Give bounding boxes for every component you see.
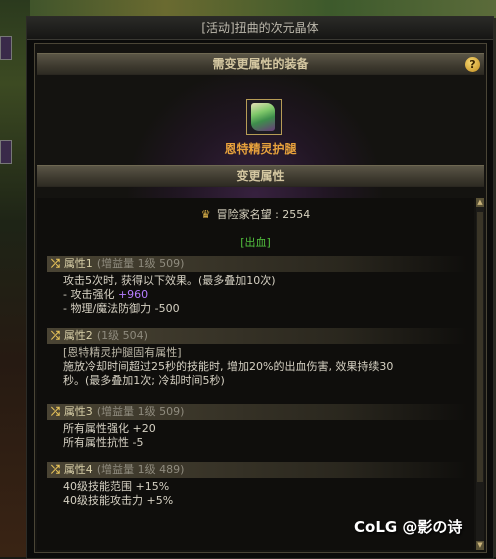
- reputation-row: ♛ 冒险家名望 : 2554: [37, 206, 474, 222]
- scroll-up-icon[interactable]: ▲: [476, 198, 484, 207]
- attribute-title: 属性2: [63, 329, 93, 342]
- change-attr-header: 变更属性: [37, 165, 484, 187]
- reputation-label: 冒险家名望 : 2554: [216, 208, 311, 221]
- shuffle-icon: ⤮: [51, 463, 60, 476]
- attribute-meta: (1级 504): [96, 329, 148, 342]
- attack-boost-value: +960: [117, 288, 149, 301]
- attribute-title: 属性1: [63, 257, 93, 270]
- change-attr-title: 变更属性: [236, 169, 285, 183]
- attribute-line: 所有属性强化 +20: [63, 422, 156, 435]
- attribute-block-2[interactable]: ⤮ 属性2 (1级 504) [恩特精灵护腿固有属性] 施放冷却时间超过25秒的技能…: [47, 328, 467, 388]
- attribute-body: 40级技能范围 +15% 40级技能攻击力 +5%: [47, 478, 467, 508]
- side-skill-icon[interactable]: [0, 140, 12, 164]
- attribute-header[interactable]: ⤮ 属性2 (1级 504): [47, 328, 467, 344]
- shuffle-icon: ⤮: [51, 329, 60, 342]
- bleed-tag: [出血]: [240, 236, 271, 249]
- required-equipment-header: 需变更属性的装备 ?: [37, 53, 484, 75]
- attribute-block-4[interactable]: ⤮ 属性4 (增益量 1级 489) 40级技能范围 +15% 40级技能攻击力 +…: [47, 462, 467, 508]
- side-skill-icon[interactable]: [0, 36, 12, 60]
- attribute-line: 40级技能范围 +15%: [63, 480, 170, 493]
- attribute-body: [恩特精灵护腿固有属性] 施放冷却时间超过25秒的技能时, 增加20%的出血伤害…: [47, 344, 467, 388]
- window-title[interactable]: [活动]扭曲的次元晶体: [27, 17, 493, 40]
- attribute-line: 40级技能攻击力 +5%: [63, 494, 174, 507]
- attribute-line-prefix: - 攻击强化: [63, 288, 118, 301]
- attribute-header[interactable]: ⤮ 属性3 (增益量 1级 509): [47, 404, 467, 420]
- attribute-line: 攻击5次时, 获得以下效果。(最多叠加10次): [63, 274, 276, 287]
- required-equipment-title: 需变更属性的装备: [212, 57, 309, 71]
- scroll-thumb[interactable]: [477, 212, 483, 482]
- attribute-line: - 物理/魔法防御力 -500: [63, 302, 180, 315]
- attribute-header[interactable]: ⤮ 属性1 (增益量 1级 509): [47, 256, 467, 272]
- attribute-list: ♛ 冒险家名望 : 2554 [出血] ⤮ 属性1 (增益量 1级 509) 攻击5次…: [37, 198, 474, 550]
- attribute-line: 所有属性抗性 -5: [63, 436, 144, 449]
- attribute-meta: (增益量 1级 509): [96, 405, 185, 418]
- item-slot[interactable]: [246, 99, 282, 135]
- attribute-body: 攻击5次时, 获得以下效果。(最多叠加10次) - 攻击强化 +960 - 物理…: [47, 272, 467, 316]
- attribute-block-3[interactable]: ⤮ 属性3 (增益量 1级 509) 所有属性强化 +20 所有属性抗性 -5: [47, 404, 467, 450]
- scroll-down-icon[interactable]: ▼: [476, 541, 484, 550]
- reputation-icon: ♛: [200, 208, 211, 221]
- watermark: CoLG @影の诗: [354, 518, 463, 536]
- attribute-title: 属性4: [63, 463, 93, 476]
- attribute-body: 所有属性强化 +20 所有属性抗性 -5: [47, 420, 467, 450]
- scrollbar[interactable]: ▲ ▼: [476, 198, 484, 550]
- main-panel: 需变更属性的装备 ? 恩特精灵护腿 变更属性 ♛ 冒险家名望 : 2554 [出血…: [34, 43, 487, 553]
- attribute-meta: (增益量 1级 489): [96, 463, 185, 476]
- attribute-block-1[interactable]: ⤮ 属性1 (增益量 1级 509) 攻击5次时, 获得以下效果。(最多叠加10次)…: [47, 256, 467, 316]
- attribute-header[interactable]: ⤮ 属性4 (增益量 1级 489): [47, 462, 467, 478]
- attribute-line: - 攻击强化 +960: [63, 288, 467, 302]
- shuffle-icon: ⤮: [51, 257, 60, 270]
- attribute-title: 属性3: [63, 405, 93, 418]
- item-name: 恩特精灵护腿: [224, 142, 297, 156]
- attribute-meta: (增益量 1级 509): [96, 257, 185, 270]
- help-icon[interactable]: ?: [465, 57, 480, 72]
- crystal-window: [活动]扭曲的次元晶体 需变更属性的装备 ? 恩特精灵护腿 变更属性 ♛ 冒险家名…: [26, 16, 494, 559]
- attribute-line: 秒。(最多叠加1次; 冷却时间5秒): [63, 374, 225, 387]
- fixed-attribute-label: [恩特精灵护腿固有属性]: [63, 346, 182, 359]
- leg-armor-icon: [251, 103, 275, 131]
- shuffle-icon: ⤮: [51, 405, 60, 418]
- attribute-line: 施放冷却时间超过25秒的技能时, 增加20%的出血伤害, 效果持续30: [63, 360, 394, 373]
